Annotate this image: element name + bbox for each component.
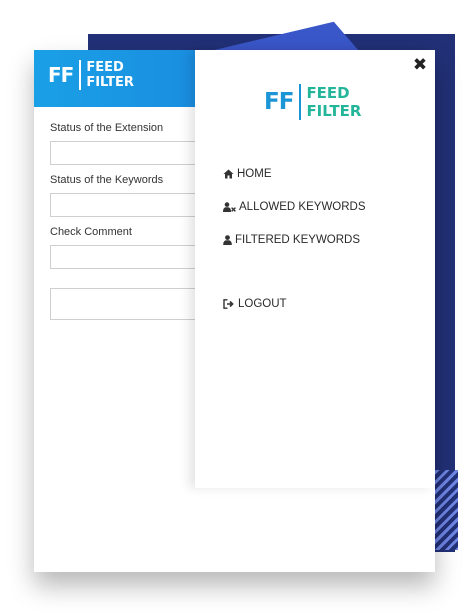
comment-text-field[interactable] (50, 288, 196, 320)
menu-item-allowed-keywords[interactable]: ALLOWED KEYWORDS (223, 201, 366, 213)
menu-item-logout[interactable]: LOGOUT (223, 298, 287, 310)
menu-logo: FF FEED FILTER (264, 84, 361, 120)
logo-word-filter: FILTER (306, 102, 362, 120)
logo-word-feed: FEED (306, 84, 350, 102)
logo-divider (79, 60, 82, 90)
user-x-icon (223, 202, 236, 212)
menu-item-label: FILTERED KEYWORDS (235, 234, 361, 246)
check-comment-field[interactable] (50, 245, 196, 269)
check-comment-label: Check Comment (50, 226, 132, 238)
home-icon (223, 169, 234, 179)
close-icon[interactable]: ✖ (411, 56, 429, 74)
menu-item-label: LOGOUT (238, 298, 287, 310)
popup-header: FF FEED FILTER (34, 50, 195, 107)
logo-initials: FF (264, 88, 294, 115)
logo-word-feed: FEED (86, 60, 124, 75)
menu-item-home[interactable]: HOME (223, 168, 272, 180)
menu-item-label: ALLOWED KEYWORDS (239, 201, 366, 213)
menu-item-label: HOME (237, 168, 272, 180)
extension-status-field[interactable] (50, 141, 196, 165)
logo-word-filter: FILTER (86, 75, 134, 90)
logo-initials: FF (48, 63, 74, 87)
side-menu: ✖ FF FEED FILTER HOME ALLOWED KEYWORDS F… (195, 50, 435, 488)
header-logo: FF FEED FILTER (48, 60, 134, 90)
logo-divider (299, 84, 302, 120)
status-form: Status of the Extension Status of the Ke… (50, 122, 210, 329)
keywords-status-label: Status of the Keywords (50, 174, 164, 186)
user-icon (223, 235, 232, 245)
extension-status-label: Status of the Extension (50, 122, 164, 134)
keywords-status-field[interactable] (50, 193, 196, 217)
extension-popup: FF FEED FILTER Status of the Extension S… (34, 50, 435, 572)
menu-item-filtered-keywords[interactable]: FILTERED KEYWORDS (223, 234, 360, 246)
logout-icon (223, 299, 234, 309)
